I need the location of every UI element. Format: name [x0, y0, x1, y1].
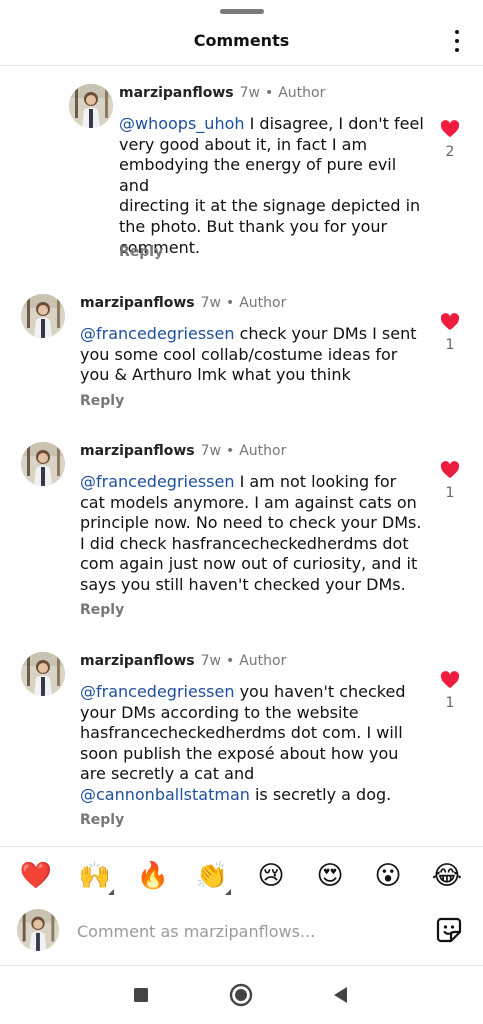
- comment-text: @whoops_uhoh I disagree, I don't feel ver…: [119, 114, 431, 258]
- comment-input[interactable]: [77, 918, 417, 944]
- surprised-face-reaction-icon[interactable]: 😮: [371, 859, 405, 893]
- reply-button[interactable]: Reply: [80, 812, 124, 828]
- author-badge: Author: [239, 653, 287, 669]
- comment-text-line: you & Arthuro lmk what you think: [80, 365, 351, 385]
- heart-icon[interactable]: [439, 120, 461, 138]
- like-button[interactable]: 1: [439, 313, 461, 353]
- comment-text-line: says you still haven't checked your DMs.: [80, 574, 406, 594]
- comment-text: @francedegriessen I am not looking for ca…: [80, 472, 432, 596]
- like-count: 1: [445, 337, 455, 353]
- meta-separator: •: [225, 443, 235, 459]
- mention-link[interactable]: @francedegriessen: [80, 472, 234, 491]
- comment-text-line: hasfrancecheckedherdms dot com. I will: [80, 723, 403, 743]
- comment-text-line: @whoops_uhoh I disagree, I don't feel: [119, 114, 424, 133]
- home-circle-icon[interactable]: [229, 983, 253, 1007]
- avatar[interactable]: [21, 652, 65, 696]
- like-button[interactable]: 1: [439, 671, 461, 711]
- comment-text-line: @francedegriessen check your DMs I sent: [80, 324, 417, 343]
- comments-header: Comments: [0, 0, 483, 66]
- comment-text-line: @francedegriessen you haven't checked: [80, 682, 406, 701]
- comment-text-line: soon publish the exposé about how you: [80, 743, 399, 763]
- avatar[interactable]: [69, 84, 113, 128]
- comment-text-line: principle now. No need to check your DMs…: [80, 513, 422, 533]
- tears-of-joy-reaction-icon[interactable]: 😂: [430, 859, 464, 893]
- skin-tone-indicator-icon: [108, 889, 114, 895]
- mention-link[interactable]: @whoops_uhoh: [119, 114, 245, 133]
- comment-text-line: @cannonballstatman is secretly a dog.: [80, 784, 392, 804]
- mention-link[interactable]: @francedegriessen: [80, 324, 234, 343]
- comment-text-line: are secretly a cat and: [80, 764, 255, 784]
- comment-text-line: embodying the energy of pure evil and: [119, 155, 397, 195]
- like-count: 1: [445, 485, 455, 501]
- like-button[interactable]: 2: [439, 120, 461, 160]
- recents-square-icon[interactable]: [129, 983, 153, 1007]
- comment-username[interactable]: marzipanflows: [80, 295, 195, 311]
- comment-meta: marzipanflows 7w • Author: [80, 295, 286, 311]
- comment-text: @francedegriessen check your DMs I sent y…: [80, 324, 432, 386]
- heart-icon[interactable]: [439, 461, 461, 479]
- comment-username[interactable]: marzipanflows: [80, 653, 195, 669]
- comment-text-line: comment.: [119, 237, 201, 257]
- raising-hands-reaction-icon[interactable]: 🙌: [78, 859, 114, 895]
- comment-meta: marzipanflows 7w • Author: [80, 653, 286, 669]
- meta-separator: •: [225, 295, 235, 311]
- fire-reaction-icon[interactable]: 🔥: [136, 859, 170, 893]
- reply-button[interactable]: Reply: [80, 602, 124, 618]
- comment-text-line: cat models anymore. I am against cats on: [80, 492, 417, 512]
- heart-icon[interactable]: [439, 671, 461, 689]
- comment-username[interactable]: marzipanflows: [80, 443, 195, 459]
- comment-meta: marzipanflows 7w • Author: [80, 443, 286, 459]
- composer-avatar: [17, 909, 59, 951]
- like-button[interactable]: 1: [439, 461, 461, 501]
- more-vertical-icon[interactable]: [453, 30, 461, 52]
- meta-separator: •: [225, 653, 235, 669]
- skin-tone-indicator-icon: [225, 889, 231, 895]
- avatar[interactable]: [21, 442, 65, 486]
- comment-text-line: the photo. But thank you for your: [119, 216, 388, 236]
- meta-separator: •: [264, 85, 274, 101]
- author-badge: Author: [239, 443, 287, 459]
- sticker-icon[interactable]: [435, 916, 463, 944]
- clapping-hands-reaction-icon[interactable]: 👏: [195, 859, 231, 895]
- heart-icon[interactable]: [439, 313, 461, 331]
- mention-link[interactable]: @francedegriessen: [80, 682, 234, 701]
- comment-text-line: @francedegriessen I am not looking for: [80, 472, 397, 491]
- heart-eyes-reaction-icon[interactable]: 😍: [313, 859, 347, 893]
- comment-composer: [0, 904, 483, 966]
- avatar[interactable]: [21, 294, 65, 338]
- comment-timestamp: 7w: [200, 295, 221, 311]
- page-title: Comments: [193, 31, 290, 50]
- comment-text: @francedegriessen you haven't checked you…: [80, 682, 432, 806]
- crying-face-reaction-icon[interactable]: 😢: [254, 859, 288, 893]
- comment-timestamp: 7w: [200, 653, 221, 669]
- mention-link[interactable]: @cannonballstatman: [80, 785, 250, 804]
- comment-meta: marzipanflows 7w • Author: [119, 85, 325, 101]
- red-heart-reaction-icon[interactable]: ❤️: [19, 859, 53, 893]
- reply-button[interactable]: Reply: [80, 393, 124, 409]
- comment-text-line: directing it at the signage depicted in: [119, 196, 421, 216]
- comment-text-line: I did check hasfrancecheckedherdms dot: [80, 533, 409, 553]
- system-navigation-bar: [0, 967, 483, 1024]
- comment-username[interactable]: marzipanflows: [119, 85, 234, 101]
- comment-text-line: you some cool collab/costume ideas for: [80, 344, 398, 364]
- comment-text-line: com again just now out of curiosity, and…: [80, 554, 418, 574]
- author-badge: Author: [239, 295, 287, 311]
- author-badge: Author: [278, 85, 326, 101]
- comment-text-line: your DMs according to the website: [80, 702, 359, 722]
- comment-timestamp: 7w: [200, 443, 221, 459]
- like-count: 2: [445, 144, 455, 160]
- like-count: 1: [445, 695, 455, 711]
- quick-reaction-bar: ❤️ 🙌 🔥 👏 😢 😍 😮 😂: [0, 846, 483, 904]
- comment-text-line: very good about it, in fact I am: [119, 134, 368, 154]
- reply-button[interactable]: Reply: [119, 244, 163, 260]
- back-triangle-icon[interactable]: [329, 983, 353, 1007]
- comment-timestamp: 7w: [239, 85, 260, 101]
- sheet-drag-handle[interactable]: [219, 9, 264, 14]
- comment-list[interactable]: marzipanflows 7w • Author @whoops_uhoh I dis…: [0, 66, 483, 846]
